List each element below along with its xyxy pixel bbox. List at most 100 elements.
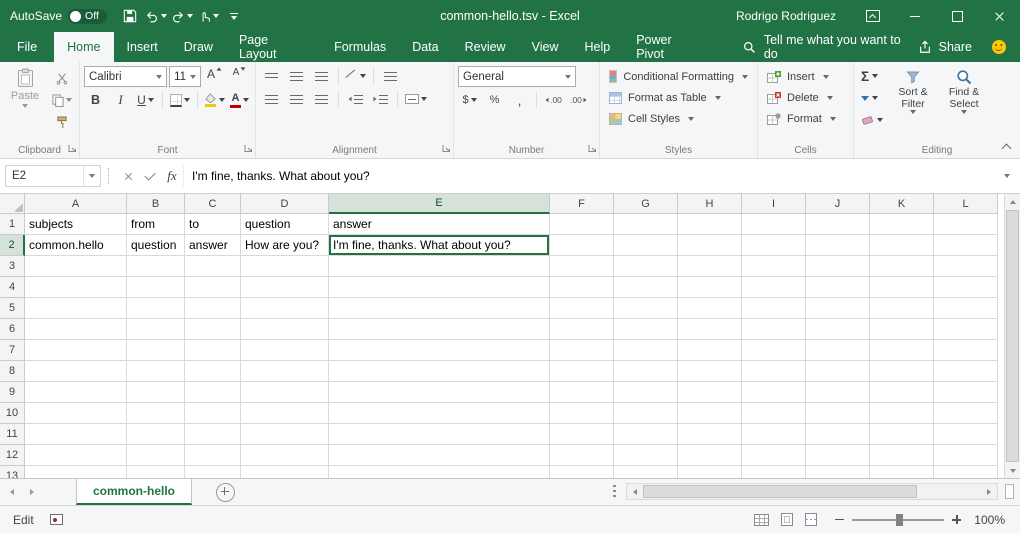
cell-F3[interactable] [550,256,614,277]
cell-F11[interactable] [550,424,614,445]
cell-G2[interactable] [614,235,678,256]
align-top-button[interactable] [260,66,283,86]
cell-C9[interactable] [185,382,241,403]
cell-F12[interactable] [550,445,614,466]
row-header-13[interactable]: 13 [0,466,25,478]
cell-C6[interactable] [185,319,241,340]
cell-D5[interactable] [241,298,329,319]
accounting-format-button[interactable]: $ [458,90,481,110]
cell-E6[interactable] [329,319,550,340]
column-header-H[interactable]: H [678,194,742,214]
save-button[interactable] [119,3,142,29]
autosave-toggle[interactable]: AutoSave Off [10,9,107,24]
align-bottom-button[interactable] [310,66,333,86]
cell-F9[interactable] [550,382,614,403]
cell-K4[interactable] [870,277,934,298]
tab-review[interactable]: Review [452,32,519,62]
cell-E11[interactable] [329,424,550,445]
cell-G1[interactable] [614,214,678,235]
tab-home[interactable]: Home [54,32,113,62]
row-header-3[interactable]: 3 [0,256,25,277]
cell-J8[interactable] [806,361,870,382]
cell-A4[interactable] [25,277,127,298]
wrap-text-button[interactable] [379,66,402,86]
cell-G10[interactable] [614,403,678,424]
scroll-up-button[interactable] [1005,194,1020,209]
cell-K9[interactable] [870,382,934,403]
cell-L13[interactable] [934,466,998,478]
insert-function-button[interactable]: fx [161,165,183,187]
cell-J11[interactable] [806,424,870,445]
cell-I5[interactable] [742,298,806,319]
cell-J10[interactable] [806,403,870,424]
cell-C2[interactable]: answer [185,235,241,256]
cell-D3[interactable] [241,256,329,277]
cell-D12[interactable] [241,445,329,466]
cell-L11[interactable] [934,424,998,445]
cell-B10[interactable] [127,403,185,424]
cell-I7[interactable] [742,340,806,361]
cell-J2[interactable] [806,235,870,256]
column-header-G[interactable]: G [614,194,678,214]
cell-K11[interactable] [870,424,934,445]
formula-bar-expand-button[interactable] [997,174,1017,178]
fill-color-button[interactable] [202,90,226,110]
row-header-2[interactable]: 2 [0,235,25,256]
format-cells-button[interactable]: Format [762,108,849,129]
cell-K5[interactable] [870,298,934,319]
decrease-font-button[interactable]: A [228,67,251,87]
formula-input[interactable]: I'm fine, thanks. What about you? [183,165,997,187]
cell-H12[interactable] [678,445,742,466]
align-left-button[interactable] [260,89,283,109]
cell-F6[interactable] [550,319,614,340]
scroll-down-button[interactable] [1005,463,1020,478]
cell-K7[interactable] [870,340,934,361]
clear-button[interactable] [858,110,886,130]
cell-B7[interactable] [127,340,185,361]
cell-C8[interactable] [185,361,241,382]
cell-K3[interactable] [870,256,934,277]
column-header-L[interactable]: L [934,194,998,214]
cell-H5[interactable] [678,298,742,319]
share-button[interactable]: Share [918,32,972,62]
cell-C7[interactable] [185,340,241,361]
copy-button[interactable] [50,90,74,110]
cell-I9[interactable] [742,382,806,403]
account-name[interactable]: Rodrigo Rodriguez [736,9,836,23]
cell-A3[interactable] [25,256,127,277]
column-header-D[interactable]: D [241,194,329,214]
cell-C10[interactable] [185,403,241,424]
row-header-9[interactable]: 9 [0,382,25,403]
underline-button[interactable]: U [134,90,157,110]
zoom-slider-thumb[interactable] [896,514,903,526]
cell-C4[interactable] [185,277,241,298]
zoom-in-button[interactable] [952,515,961,524]
cell-C11[interactable] [185,424,241,445]
cell-B4[interactable] [127,277,185,298]
cell-L8[interactable] [934,361,998,382]
cell-F4[interactable] [550,277,614,298]
cell-I6[interactable] [742,319,806,340]
font-color-button[interactable]: A [228,90,251,110]
tab-view[interactable]: View [519,32,572,62]
cell-L7[interactable] [934,340,998,361]
name-box-dropdown[interactable] [83,166,100,186]
cell-A11[interactable] [25,424,127,445]
align-right-button[interactable] [310,89,333,109]
cell-K6[interactable] [870,319,934,340]
cell-L12[interactable] [934,445,998,466]
column-header-B[interactable]: B [127,194,185,214]
tab-power-pivot[interactable]: Power Pivot [623,32,715,62]
redo-button[interactable] [171,3,194,29]
cell-F13[interactable] [550,466,614,478]
ribbon-display-options-button[interactable] [852,0,894,32]
increase-decimal-button[interactable]: .00 [542,90,565,110]
cell-A7[interactable] [25,340,127,361]
cell-K13[interactable] [870,466,934,478]
cell-J6[interactable] [806,319,870,340]
page-layout-view-button[interactable] [781,513,793,526]
cell-A5[interactable] [25,298,127,319]
cell-E8[interactable] [329,361,550,382]
sheet-tab-common-hello[interactable]: common-hello [76,479,192,505]
alignment-dialog-launcher[interactable] [442,144,451,156]
